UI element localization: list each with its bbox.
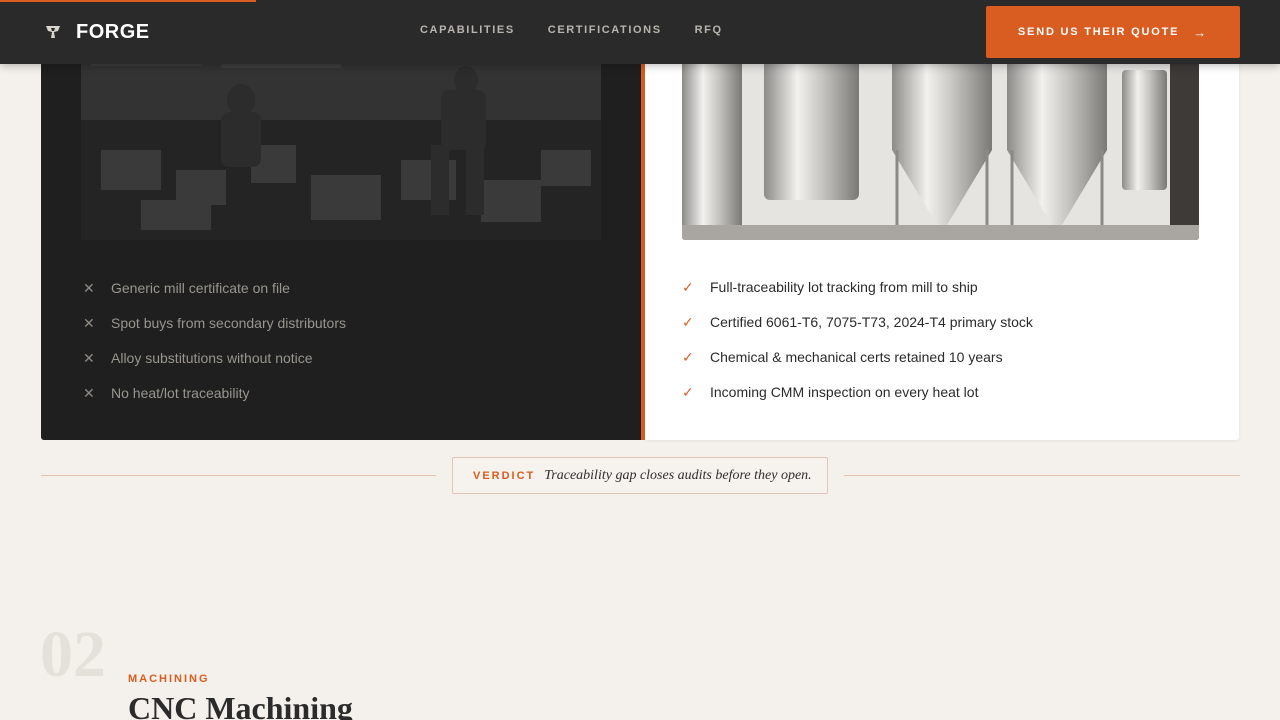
x-icon: ✕ bbox=[83, 314, 95, 331]
verdict-text: Traceability gap closes audits before th… bbox=[544, 467, 812, 483]
x-icon: ✕ bbox=[83, 279, 95, 296]
list-item: ✕ No heat/lot traceability bbox=[83, 384, 250, 401]
send-quote-label: SEND US THEIR QUOTE bbox=[1017, 26, 1180, 38]
verdict-rule-left bbox=[41, 475, 436, 476]
nav-link-capabilities[interactable]: CAPABILITIES bbox=[420, 24, 515, 36]
verdict-badge: VERDICT Traceability gap closes audits b… bbox=[452, 457, 828, 494]
check-icon: ✓ bbox=[682, 313, 694, 330]
arrow-right-icon: → bbox=[1193, 24, 1209, 40]
scroll-progress-bar bbox=[0, 0, 256, 2]
brand-logo-link[interactable]: FORGE bbox=[44, 20, 150, 44]
check-icon: ✓ bbox=[682, 278, 694, 295]
section-number: 02 bbox=[40, 618, 106, 691]
list-item: ✕ Spot buys from secondary distributors bbox=[83, 314, 346, 331]
x-icon: ✕ bbox=[83, 349, 95, 366]
top-nav: FORGE CAPABILITIES CERTIFICATIONS RFQ SE… bbox=[0, 0, 1280, 64]
list-item: ✓ Full-traceability lot tracking from mi… bbox=[682, 278, 978, 295]
verdict-rule-right bbox=[844, 475, 1240, 476]
list-item: ✓ Chemical & mechanical certs retained 1… bbox=[682, 348, 1003, 365]
our-list: ✓ Full-traceability lot tracking from mi… bbox=[682, 269, 1033, 409]
check-icon: ✓ bbox=[682, 348, 694, 365]
their-supplier-panel: ✕ Generic mill certificate on file ✕ Spo… bbox=[41, 0, 641, 440]
forge-logo-icon bbox=[46, 26, 60, 38]
section-title: CNC Machining bbox=[128, 690, 353, 720]
send-quote-button[interactable]: SEND US THEIR QUOTE → bbox=[986, 6, 1240, 58]
their-supplier-list: ✕ Generic mill certificate on file ✕ Spo… bbox=[83, 270, 346, 410]
list-item: ✓ Incoming CMM inspection on every heat … bbox=[682, 383, 979, 400]
check-icon: ✓ bbox=[682, 383, 694, 400]
list-item: ✕ Alloy substitutions without notice bbox=[83, 349, 313, 366]
nav-link-certifications[interactable]: CERTIFICATIONS bbox=[548, 24, 662, 36]
nav-link-rfq[interactable]: RFQ bbox=[695, 24, 723, 36]
nav-links: CAPABILITIES CERTIFICATIONS RFQ bbox=[420, 24, 723, 36]
section-eyebrow: MACHINING bbox=[128, 673, 210, 685]
x-icon: ✕ bbox=[83, 384, 95, 401]
list-item: ✓ Certified 6061-T6, 7075-T73, 2024-T4 p… bbox=[682, 313, 1033, 330]
brand-name: FORGE bbox=[76, 20, 150, 43]
verdict-label: VERDICT bbox=[473, 469, 536, 482]
our-panel: ✓ Full-traceability lot tracking from mi… bbox=[645, 0, 1239, 440]
list-item: ✕ Generic mill certificate on file bbox=[83, 279, 290, 296]
